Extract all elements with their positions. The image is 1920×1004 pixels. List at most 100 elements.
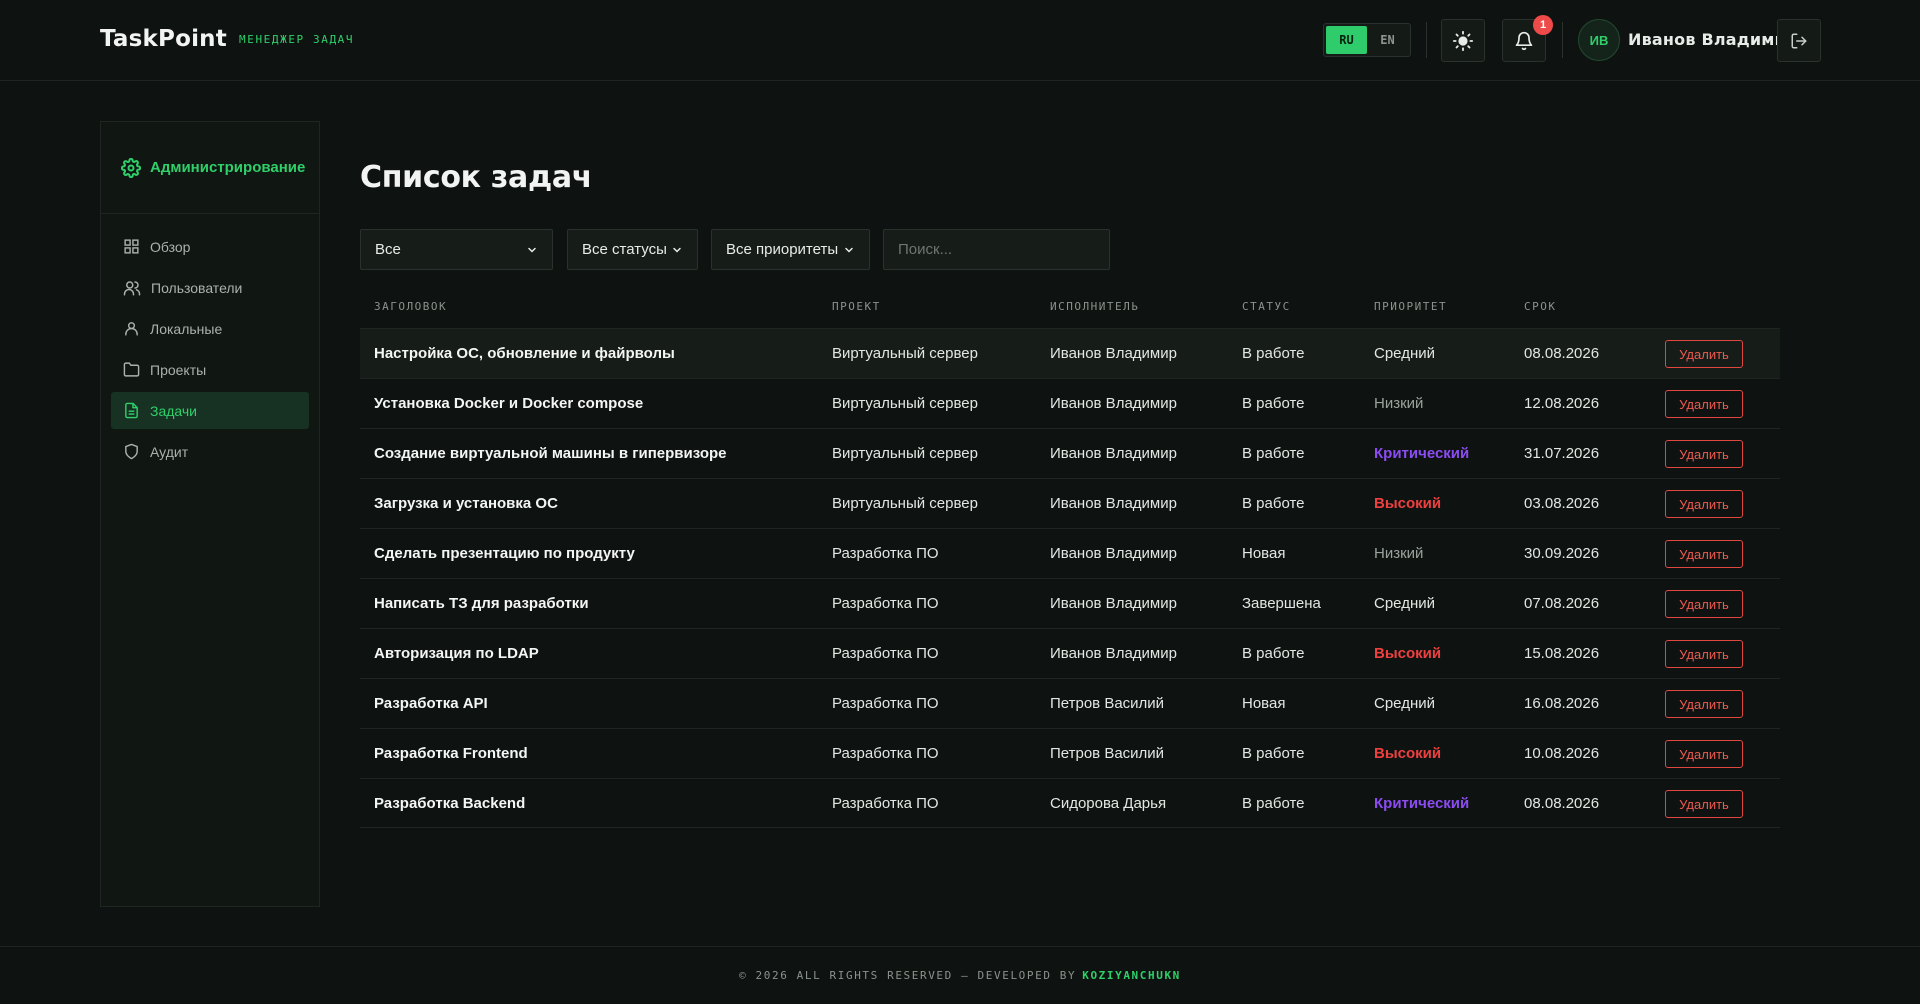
task-title-cell[interactable]: Сделать презентацию по продукту <box>374 545 635 562</box>
column-header-status[interactable]: СТАТУС <box>1242 300 1291 313</box>
user-name[interactable]: Иванов Владимир <box>1628 30 1798 49</box>
task-title-cell[interactable]: Авторизация по LDAP <box>374 645 539 662</box>
search-input[interactable]: Поиск... <box>883 229 1110 270</box>
sidebar: Администрирование Обзор Пользователи Лок… <box>100 121 320 907</box>
lang-ru-button[interactable]: RU <box>1326 26 1367 54</box>
theme-toggle-button[interactable] <box>1441 19 1485 62</box>
table-row[interactable]: Установка Docker и Docker compose Виртуал… <box>360 378 1780 428</box>
page-title: Список задач <box>360 160 593 195</box>
chevron-down-icon <box>845 247 853 253</box>
tasks-table: ЗАГОЛОВОК ПРОЕКТ ИСПОЛНИТЕЛЬ СТАТУС ПРИО… <box>360 288 1780 828</box>
sidebar-nav: Обзор Пользователи Локальные Проекты Зад… <box>101 214 319 488</box>
task-priority-cell: Критический <box>1374 445 1470 462</box>
delete-task-button[interactable]: Удалить <box>1665 790 1743 818</box>
task-project-cell: Виртуальный сервер <box>832 445 978 462</box>
task-project-cell: Виртуальный сервер <box>832 395 978 412</box>
sidebar-item-local[interactable]: Локальные <box>111 310 309 347</box>
task-due-cell: 31.07.2026 <box>1524 445 1600 462</box>
footer-author-link[interactable]: KOZIYANCHUKN <box>1082 969 1181 982</box>
app-logo[interactable]: TaskPoint <box>100 26 227 52</box>
task-due-cell: 30.09.2026 <box>1524 545 1600 562</box>
sidebar-item-projects[interactable]: Проекты <box>111 351 309 388</box>
lang-en-button[interactable]: EN <box>1367 26 1408 54</box>
delete-task-button[interactable]: Удалить <box>1665 340 1743 368</box>
sidebar-header: Администрирование <box>101 122 319 214</box>
delete-task-button[interactable]: Удалить <box>1665 440 1743 468</box>
task-title-cell[interactable]: Загрузка и установка ОС <box>374 495 558 512</box>
table-row[interactable]: Разработка Backend Разработка ПО Сидорова … <box>360 778 1780 828</box>
table-row[interactable]: Создание виртуальной машины в гипервизор… <box>360 428 1780 478</box>
delete-task-button[interactable]: Удалить <box>1665 690 1743 718</box>
chevron-down-icon <box>673 247 681 253</box>
task-title-cell[interactable]: Разработка Frontend <box>374 745 528 762</box>
sidebar-item-users[interactable]: Пользователи <box>111 269 309 306</box>
task-priority-cell: Средний <box>1374 595 1435 612</box>
column-header-priority[interactable]: ПРИОРИТЕТ <box>1374 300 1447 313</box>
column-header-assignee[interactable]: ИСПОЛНИТЕЛЬ <box>1050 300 1139 313</box>
task-status-cell: Завершена <box>1242 595 1321 612</box>
delete-task-button[interactable]: Удалить <box>1665 590 1743 618</box>
project-filter-value: Все <box>375 241 401 258</box>
grid-icon <box>124 239 139 254</box>
user-avatar[interactable]: ИВ <box>1578 19 1620 61</box>
task-title-cell[interactable]: Настройка ОС, обновление и файрволы <box>374 345 675 362</box>
task-due-cell: 08.08.2026 <box>1524 345 1600 362</box>
task-project-cell: Разработка ПО <box>832 645 939 662</box>
sidebar-item-label: Локальные <box>150 320 223 337</box>
table-row[interactable]: Загрузка и установка ОС Виртуальный серве… <box>360 478 1780 528</box>
task-assignee-cell: Иванов Владимир <box>1050 495 1177 512</box>
sidebar-item-audit[interactable]: Аудит <box>111 433 309 470</box>
sidebar-item-overview[interactable]: Обзор <box>111 228 309 265</box>
task-title-cell[interactable]: Разработка Backend <box>374 795 525 812</box>
task-title-cell[interactable]: Создание виртуальной машины в гипервизор… <box>374 445 727 462</box>
table-row[interactable]: Разработка API Разработка ПО Петров Васили… <box>360 678 1780 728</box>
column-header-due[interactable]: СРОК <box>1524 300 1557 313</box>
task-due-cell: 15.08.2026 <box>1524 645 1600 662</box>
notification-count-badge: 1 <box>1533 15 1553 35</box>
footer: © 2026 ALL RIGHTS RESERVED — DEVELOPED B… <box>0 946 1920 1004</box>
task-title-cell[interactable]: Установка Docker и Docker compose <box>374 395 643 412</box>
table-row[interactable]: Написать ТЗ для разработки Разработка ПО И… <box>360 578 1780 628</box>
sidebar-item-tasks[interactable]: Задачи <box>111 392 309 429</box>
task-assignee-cell: Иванов Владимир <box>1050 545 1177 562</box>
task-priority-cell: Высокий <box>1374 745 1442 762</box>
task-title-cell[interactable]: Написать ТЗ для разработки <box>374 595 589 612</box>
table-body: Настройка ОС, обновление и файрволы Вирту… <box>360 328 1780 828</box>
task-project-cell: Разработка ПО <box>832 595 939 612</box>
table-row[interactable]: Разработка Frontend Разработка ПО Петров В… <box>360 728 1780 778</box>
task-priority-cell: Высокий <box>1374 645 1442 662</box>
notifications-button[interactable]: 1 <box>1502 15 1553 62</box>
logout-button[interactable] <box>1777 19 1821 62</box>
table-row[interactable]: Авторизация по LDAP Разработка ПО Иванов В… <box>360 628 1780 678</box>
footer-copyright: © 2026 ALL RIGHTS RESERVED — DEVELOPED B… <box>739 969 1077 982</box>
task-assignee-cell: Иванов Владимир <box>1050 595 1177 612</box>
task-project-cell: Виртуальный сервер <box>832 495 978 512</box>
language-switcher: RU EN <box>1323 23 1411 57</box>
table-row[interactable]: Сделать презентацию по продукту Разработк… <box>360 528 1780 578</box>
table-row[interactable]: Настройка ОС, обновление и файрволы Вирту… <box>360 328 1780 378</box>
chevron-down-icon <box>528 247 536 253</box>
task-priority-cell: Высокий <box>1374 495 1442 512</box>
column-header-project[interactable]: ПРОЕКТ <box>832 300 881 313</box>
task-status-cell: В работе <box>1242 745 1305 762</box>
task-priority-cell: Средний <box>1374 695 1435 712</box>
status-filter-select[interactable]: Все статусы <box>567 229 698 270</box>
status-filter-value: Все статусы <box>582 241 667 258</box>
folder-icon <box>123 362 140 377</box>
delete-task-button[interactable]: Удалить <box>1665 390 1743 418</box>
delete-task-button[interactable]: Удалить <box>1665 490 1743 518</box>
task-assignee-cell: Сидорова Дарья <box>1050 795 1167 812</box>
header-divider <box>1562 22 1563 58</box>
task-project-cell: Разработка ПО <box>832 695 939 712</box>
task-title-cell[interactable]: Разработка API <box>374 695 488 712</box>
task-priority-cell: Средний <box>1374 345 1435 362</box>
task-status-cell: В работе <box>1242 495 1305 512</box>
delete-task-button[interactable]: Удалить <box>1665 740 1743 768</box>
delete-task-button[interactable]: Удалить <box>1665 640 1743 668</box>
project-filter-select[interactable]: Все <box>360 229 553 270</box>
column-header-title[interactable]: ЗАГОЛОВОК <box>374 300 447 313</box>
task-priority-cell: Низкий <box>1374 545 1424 562</box>
priority-filter-select[interactable]: Все приоритеты <box>711 229 870 270</box>
task-status-cell: В работе <box>1242 445 1305 462</box>
delete-task-button[interactable]: Удалить <box>1665 540 1743 568</box>
